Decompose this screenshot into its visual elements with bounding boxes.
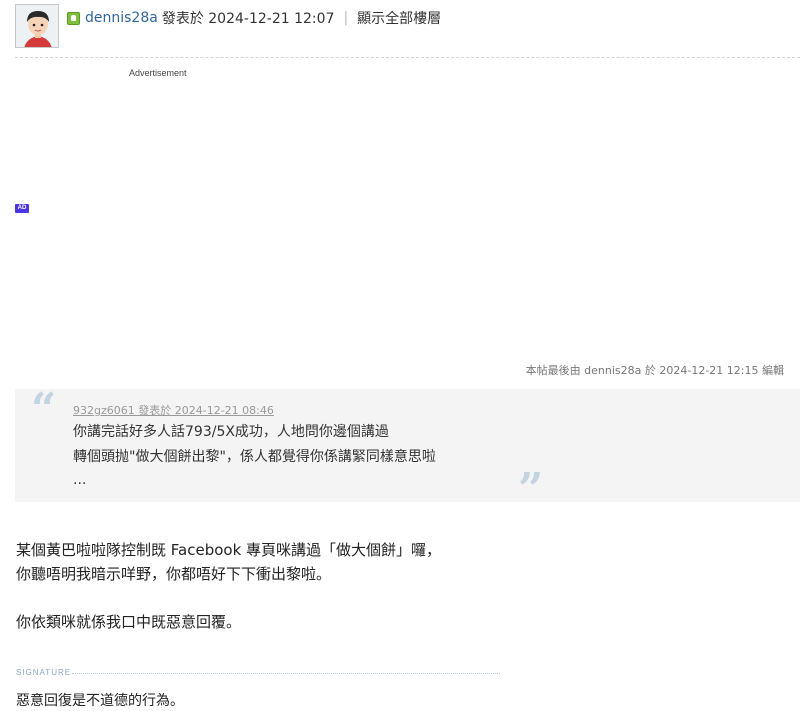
quote-open-icon: “: [31, 384, 57, 435]
post-body-line: 你聽唔明我暗示咩野，你都唔好下下衝出黎啦。: [16, 565, 332, 583]
post-body-line: 某個黃巴啦啦隊控制既 Facebook 專頁咪講過「做大個餅」囉，: [16, 541, 442, 559]
post-header: dennis28a 發表於 2024-12-21 12:07 | 顯示全部樓層: [67, 8, 441, 28]
online-status-icon: [67, 11, 80, 25]
quote-line: 轉個頭抛"做大個餅出黎"，係人都覺得你係講緊同樣意思啦: [73, 449, 436, 465]
header-divider: [15, 57, 800, 58]
post-timestamp: 發表於 2024-12-21 12:07: [161, 11, 335, 27]
author-link[interactable]: dennis28a: [85, 10, 158, 26]
header-separator: |: [343, 10, 349, 26]
avatar[interactable]: [15, 4, 59, 48]
signature-text: 惡意回復是不道德的行為。: [16, 693, 184, 709]
ad-badge-icon[interactable]: AD: [15, 204, 29, 213]
quote-line: 你講完話好多人話793/5X成功，人地問你邊個講過: [73, 424, 389, 440]
quote-citation-link[interactable]: 932gz6061 發表於 2024-12-21 08:46: [73, 402, 274, 418]
quote-close-icon: ”: [518, 464, 544, 515]
edit-note: 本帖最後由 dennis28a 於 2024-12-21 12:15 編輯: [525, 364, 784, 377]
show-all-floors-link[interactable]: 顯示全部樓層: [357, 8, 441, 28]
signature-divider: [72, 673, 500, 674]
post-body-line: 你依類咪就係我口中既惡意回覆。: [16, 613, 242, 631]
quote-line: ...: [73, 472, 87, 488]
signature-label: SIGNATURE: [16, 668, 72, 677]
avatar-image: [16, 5, 58, 47]
advertisement-label: Advertisement: [129, 68, 187, 78]
